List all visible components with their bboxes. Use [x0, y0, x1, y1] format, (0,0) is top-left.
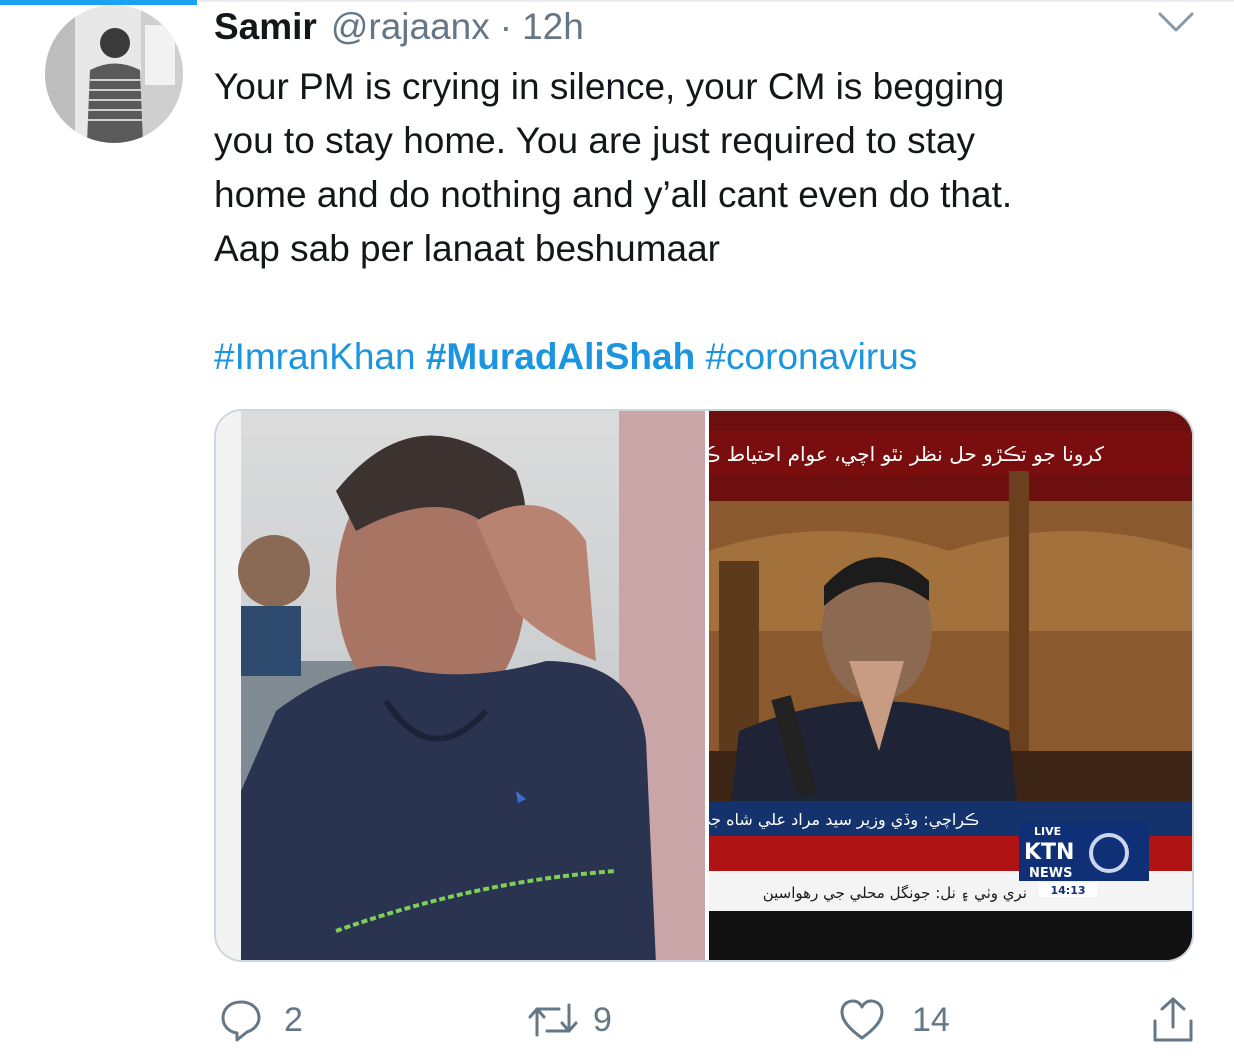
retweet-button[interactable]: 9 [525, 990, 612, 1050]
channel-name: KTN [1024, 840, 1074, 865]
tweet-header: Samir @rajaanx · 12h [214, 4, 584, 50]
ticker-top-text: كرونا جو تڪڙو حل نظر نٿو اچي، عوام احتيا… [709, 442, 1104, 467]
tweet-text: Your PM is crying in silence, your CM is… [214, 60, 1204, 276]
media-grid: كرونا جو تڪڙو حل نظر نٿو اچي، عوام احتيا… [214, 409, 1194, 962]
heart-icon [840, 999, 884, 1040]
share-button[interactable] [1150, 990, 1196, 1050]
author-name[interactable]: Samir [214, 6, 317, 48]
separator-dot: · [499, 6, 513, 47]
tweet-text-line: you to stay home. You are just required … [214, 120, 976, 161]
hashtag-coronavirus[interactable]: #coronavirus [705, 336, 917, 377]
like-button[interactable]: 14 [838, 990, 950, 1050]
top-progress-bar [0, 0, 197, 5]
more-options-button[interactable] [1156, 8, 1196, 36]
chevron-down-icon [1158, 12, 1194, 32]
top-divider [197, 0, 1234, 2]
ticker-bottom-text: نري وٺي ۽ نل: جونگل محلي جي رهواسين [763, 884, 1027, 903]
channel-news: NEWS [1029, 866, 1072, 881]
avatar[interactable] [45, 5, 183, 143]
share-icon [1153, 997, 1193, 1042]
reply-button[interactable]: 2 [218, 990, 303, 1050]
tweet-text-line: Aap sab per lanaat beshumaar [214, 228, 721, 269]
photo-tv-broadcast: كرونا جو تڪڙو حل نظر نٿو اچي، عوام احتيا… [709, 411, 1192, 960]
retweet-icon [528, 1003, 578, 1037]
tweet-actions: 2 9 14 [0, 990, 1234, 1050]
tweet-text-line: home and do nothing and y’all cant even … [214, 174, 1013, 215]
live-label: LIVE [1034, 825, 1061, 838]
media-photo-right[interactable]: كرونا جو تڪڙو حل نظر نٿو اچي، عوام احتيا… [709, 411, 1192, 960]
reply-count: 2 [284, 1000, 303, 1039]
hashtag-muradalishah[interactable]: #MuradAliShah [426, 336, 695, 377]
tweet-text-line: Your PM is crying in silence, your CM is… [214, 66, 1005, 107]
hashtag-row: #ImranKhan #MuradAliShah #coronavirus [214, 330, 917, 384]
tweet-timestamp[interactable]: 12h [522, 6, 584, 48]
reply-icon [221, 1000, 261, 1042]
like-count: 14 [912, 1000, 950, 1039]
clock-text: 14:13 [1050, 884, 1085, 897]
media-photo-left[interactable] [216, 411, 705, 960]
hashtag-imrankhan[interactable]: #ImranKhan [214, 336, 416, 377]
author-handle[interactable]: @rajaanx [331, 6, 490, 48]
photo-crying-man [216, 411, 705, 960]
avatar-image [45, 5, 183, 143]
retweet-count: 9 [593, 1000, 612, 1039]
lower-third-text: ڪراچي: وڏي وزير سيد مراد علي شاه جي [709, 810, 979, 830]
